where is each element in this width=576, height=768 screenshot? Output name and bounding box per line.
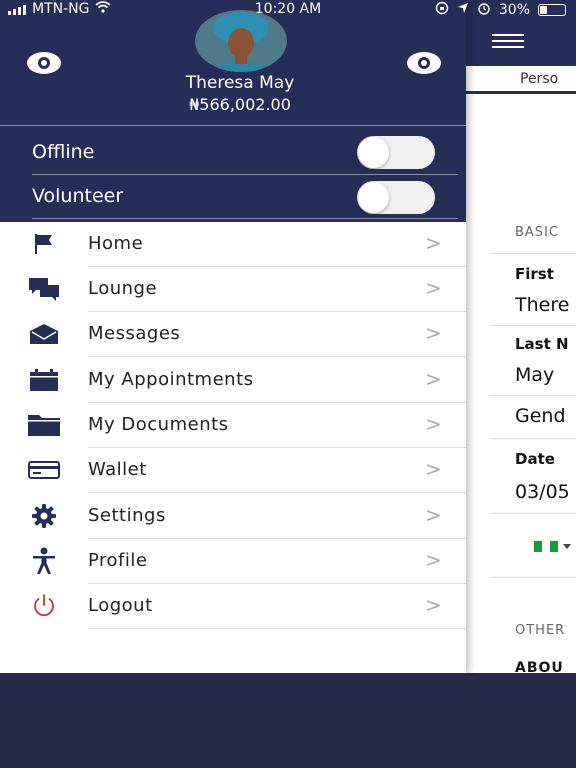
offline-label: Offline bbox=[32, 141, 95, 163]
about-label: ABOU bbox=[515, 660, 564, 673]
section-other-heading: OTHER bbox=[515, 623, 566, 638]
battery-percent: 30% bbox=[498, 2, 530, 18]
caret-down-icon[interactable] bbox=[563, 544, 571, 549]
flag-icon bbox=[26, 230, 62, 258]
menu-item-messages[interactable]: Messages > bbox=[0, 312, 466, 357]
person-icon bbox=[26, 547, 62, 575]
calendar-icon bbox=[26, 366, 62, 394]
phone-screen: Perso BASIC First There Last N May Gend … bbox=[0, 0, 576, 673]
menu-item-profile[interactable]: Profile > bbox=[0, 539, 466, 584]
chevron-right-icon: > bbox=[425, 457, 442, 481]
menu-item-label: Home bbox=[88, 233, 144, 254]
chevron-right-icon: > bbox=[425, 321, 442, 345]
offline-toggle[interactable] bbox=[357, 136, 435, 169]
menu-item-settings[interactable]: Settings > bbox=[0, 494, 466, 539]
menu-item-home[interactable]: Home > bbox=[0, 222, 466, 267]
menu-item-label: Logout bbox=[88, 595, 153, 616]
last-name-label: Last N bbox=[515, 335, 569, 353]
menu-item-label: Messages bbox=[88, 323, 181, 344]
status-bar: MTN-NG 10:20 AM 30% bbox=[0, 0, 576, 20]
drawer-header: Theresa May ₦566,002.00 Offline Voluntee… bbox=[0, 0, 466, 222]
menu-item-label: Settings bbox=[88, 505, 166, 526]
first-name-value[interactable]: There bbox=[515, 294, 569, 316]
gear-icon bbox=[26, 502, 62, 530]
menu-item-label: Profile bbox=[88, 550, 148, 571]
chevron-right-icon: > bbox=[425, 276, 442, 300]
power-icon bbox=[26, 592, 62, 620]
chevron-right-icon: > bbox=[425, 231, 442, 255]
user-name: Theresa May bbox=[185, 73, 295, 93]
date-label: Date bbox=[515, 450, 555, 468]
eye-icon-right[interactable] bbox=[407, 52, 441, 74]
menu-item-my-appointments[interactable]: My Appointments > bbox=[0, 358, 466, 403]
menu-item-label: Lounge bbox=[88, 278, 158, 299]
menu-item-label: Wallet bbox=[88, 459, 147, 480]
side-drawer: Theresa May ₦566,002.00 Offline Voluntee… bbox=[0, 0, 466, 673]
volunteer-label: Volunteer bbox=[32, 185, 124, 207]
chevron-right-icon: > bbox=[425, 367, 442, 391]
chevron-right-icon: > bbox=[425, 593, 442, 617]
first-name-label: First bbox=[515, 265, 554, 283]
wallet-balance: ₦566,002.00 bbox=[189, 95, 291, 114]
profile-page: Perso BASIC First There Last N May Gend … bbox=[466, 0, 576, 673]
battery-icon bbox=[538, 4, 566, 16]
menu-item-label: My Appointments bbox=[88, 369, 254, 390]
card-icon bbox=[26, 456, 62, 484]
rotation-lock-icon bbox=[435, 1, 449, 19]
location-arrow-icon bbox=[457, 2, 469, 18]
menu-item-my-documents[interactable]: My Documents > bbox=[0, 403, 466, 448]
volunteer-toggle[interactable] bbox=[357, 181, 435, 214]
folder-icon bbox=[26, 411, 62, 439]
menu-item-wallet[interactable]: Wallet > bbox=[0, 448, 466, 493]
menu-item-logout[interactable]: Logout > bbox=[0, 584, 466, 629]
tab-personal[interactable]: Perso bbox=[466, 66, 576, 94]
chevron-right-icon: > bbox=[425, 503, 442, 527]
menu-item-label: My Documents bbox=[88, 414, 229, 435]
chevron-right-icon: > bbox=[425, 548, 442, 572]
gender-field[interactable]: Gend bbox=[515, 405, 566, 427]
chat-bubbles-icon bbox=[26, 275, 62, 303]
envelope-icon bbox=[26, 320, 62, 348]
last-name-value[interactable]: May bbox=[515, 364, 554, 386]
alarm-icon bbox=[477, 1, 491, 19]
bottom-background bbox=[0, 673, 576, 768]
eye-icon-left[interactable] bbox=[27, 52, 61, 74]
menu-item-lounge[interactable]: Lounge > bbox=[0, 267, 466, 312]
section-basic-heading: BASIC bbox=[515, 225, 559, 240]
hamburger-menu-icon[interactable] bbox=[492, 34, 524, 48]
chevron-right-icon: > bbox=[425, 412, 442, 436]
date-value[interactable]: 03/05 bbox=[515, 481, 570, 503]
nigeria-flag-icon[interactable] bbox=[534, 541, 558, 552]
